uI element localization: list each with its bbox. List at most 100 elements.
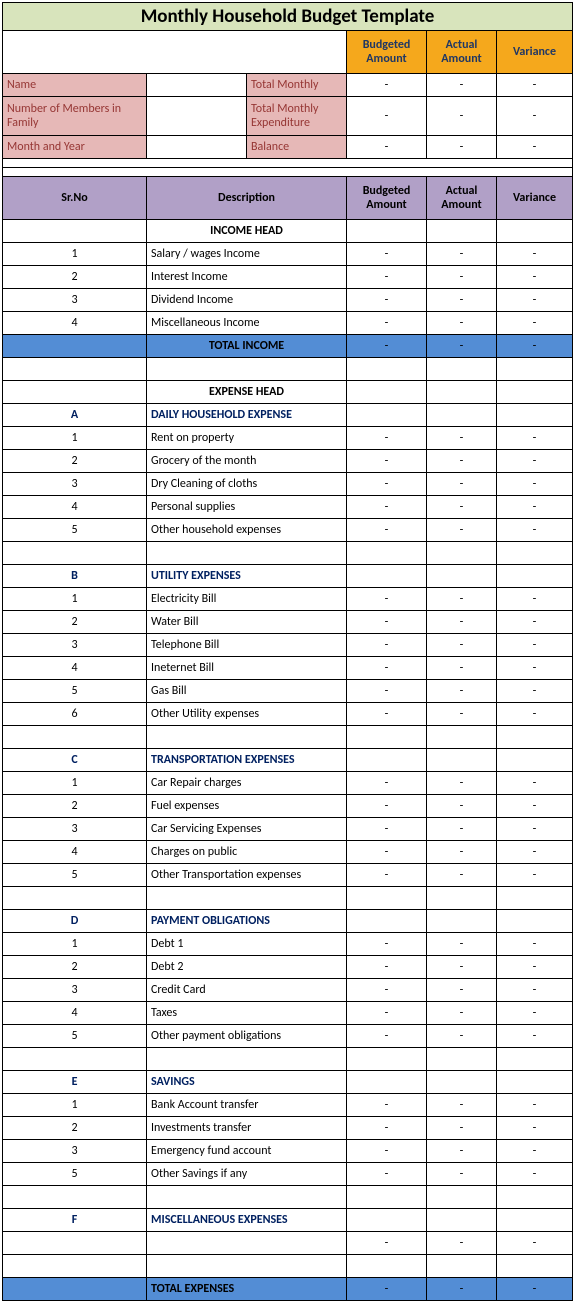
- row-budgeted[interactable]: -: [347, 473, 427, 496]
- row-actual[interactable]: -: [427, 818, 497, 841]
- row-budgeted[interactable]: -: [347, 611, 427, 634]
- row-budgeted[interactable]: -: [347, 1163, 427, 1186]
- row-actual[interactable]: -: [427, 1002, 497, 1025]
- row-actual[interactable]: -: [427, 427, 497, 450]
- row-budgeted[interactable]: -: [347, 1094, 427, 1117]
- row-budgeted[interactable]: -: [347, 1002, 427, 1025]
- row-variance: -: [497, 818, 573, 841]
- col-desc: Description: [147, 177, 347, 220]
- row-budgeted[interactable]: -: [347, 450, 427, 473]
- blank: [147, 1232, 347, 1255]
- row-budgeted[interactable]: -: [347, 266, 427, 289]
- row-desc: Rent on property: [147, 427, 347, 450]
- row-actual[interactable]: -: [427, 588, 497, 611]
- total-monthly-budgeted: -: [347, 74, 427, 97]
- col-budgeted: Budgeted Amount: [347, 31, 427, 74]
- row-budgeted[interactable]: -: [347, 496, 427, 519]
- row-actual[interactable]: -: [427, 864, 497, 887]
- row-desc: Other Transportation expenses: [147, 864, 347, 887]
- misc-actual: -: [427, 1232, 497, 1255]
- row-actual[interactable]: -: [427, 1094, 497, 1117]
- balance-actual: -: [427, 136, 497, 159]
- row-actual[interactable]: -: [427, 266, 497, 289]
- blank: [347, 1209, 427, 1232]
- row-actual[interactable]: -: [427, 243, 497, 266]
- row-budgeted[interactable]: -: [347, 312, 427, 335]
- row-desc: Debt 1: [147, 933, 347, 956]
- row-actual[interactable]: -: [427, 519, 497, 542]
- row-actual[interactable]: -: [427, 473, 497, 496]
- blank: [347, 542, 427, 565]
- row-budgeted[interactable]: -: [347, 795, 427, 818]
- total-income-variance: -: [497, 335, 573, 358]
- row-budgeted[interactable]: -: [347, 243, 427, 266]
- row-budgeted[interactable]: -: [347, 1117, 427, 1140]
- row-budgeted[interactable]: -: [347, 289, 427, 312]
- row-actual[interactable]: -: [427, 703, 497, 726]
- row-actual[interactable]: -: [427, 795, 497, 818]
- misc-budgeted: -: [347, 1232, 427, 1255]
- total-exp-variance2: -: [497, 1278, 573, 1301]
- row-actual[interactable]: -: [427, 772, 497, 795]
- month-value[interactable]: [147, 136, 247, 159]
- row-actual[interactable]: -: [427, 1140, 497, 1163]
- section-name: UTILITY EXPENSES: [147, 565, 347, 588]
- total-exp-actual2: -: [427, 1278, 497, 1301]
- row-num: 6: [3, 703, 147, 726]
- expense-head: EXPENSE HEAD: [147, 381, 347, 404]
- col-budgeted2: Budgeted Amount: [347, 177, 427, 220]
- row-budgeted[interactable]: -: [347, 1025, 427, 1048]
- row-actual[interactable]: -: [427, 979, 497, 1002]
- blank: [497, 1209, 573, 1232]
- row-actual[interactable]: -: [427, 1163, 497, 1186]
- row-budgeted[interactable]: -: [347, 703, 427, 726]
- row-budgeted[interactable]: -: [347, 657, 427, 680]
- row-budgeted[interactable]: -: [347, 427, 427, 450]
- blank-cell: [3, 31, 347, 74]
- row-budgeted[interactable]: -: [347, 588, 427, 611]
- blank: [3, 1232, 147, 1255]
- row-num: 2: [3, 795, 147, 818]
- row-budgeted[interactable]: -: [347, 933, 427, 956]
- family-value[interactable]: [147, 97, 247, 136]
- row-actual[interactable]: -: [427, 289, 497, 312]
- row-actual[interactable]: -: [427, 450, 497, 473]
- row-budgeted[interactable]: -: [347, 841, 427, 864]
- row-budgeted[interactable]: -: [347, 864, 427, 887]
- row-budgeted[interactable]: -: [347, 818, 427, 841]
- row-actual[interactable]: -: [427, 312, 497, 335]
- row-budgeted[interactable]: -: [347, 772, 427, 795]
- row-desc: Dry Cleaning of cloths: [147, 473, 347, 496]
- total-exp-budgeted2: -: [347, 1278, 427, 1301]
- row-num: 5: [3, 519, 147, 542]
- row-budgeted[interactable]: -: [347, 979, 427, 1002]
- row-variance: -: [497, 519, 573, 542]
- name-value[interactable]: [147, 74, 247, 97]
- row-desc: Electricity Bill: [147, 588, 347, 611]
- blank: [497, 910, 573, 933]
- row-actual[interactable]: -: [427, 496, 497, 519]
- row-actual[interactable]: -: [427, 933, 497, 956]
- row-budgeted[interactable]: -: [347, 1140, 427, 1163]
- section-name: PAYMENT OBLIGATIONS: [147, 910, 347, 933]
- row-actual[interactable]: -: [427, 611, 497, 634]
- row-num: 3: [3, 1140, 147, 1163]
- blank: [347, 749, 427, 772]
- section-name: DAILY HOUSEHOLD EXPENSE: [147, 404, 347, 427]
- row-actual[interactable]: -: [427, 841, 497, 864]
- blank: [427, 1255, 497, 1278]
- row-variance: -: [497, 680, 573, 703]
- row-actual[interactable]: -: [427, 680, 497, 703]
- row-budgeted[interactable]: -: [347, 680, 427, 703]
- row-actual[interactable]: -: [427, 634, 497, 657]
- row-budgeted[interactable]: -: [347, 519, 427, 542]
- blank: [427, 1209, 497, 1232]
- row-actual[interactable]: -: [427, 956, 497, 979]
- blank: [427, 1048, 497, 1071]
- row-actual[interactable]: -: [427, 657, 497, 680]
- row-actual[interactable]: -: [427, 1025, 497, 1048]
- row-variance: -: [497, 450, 573, 473]
- row-budgeted[interactable]: -: [347, 956, 427, 979]
- row-budgeted[interactable]: -: [347, 634, 427, 657]
- row-actual[interactable]: -: [427, 1117, 497, 1140]
